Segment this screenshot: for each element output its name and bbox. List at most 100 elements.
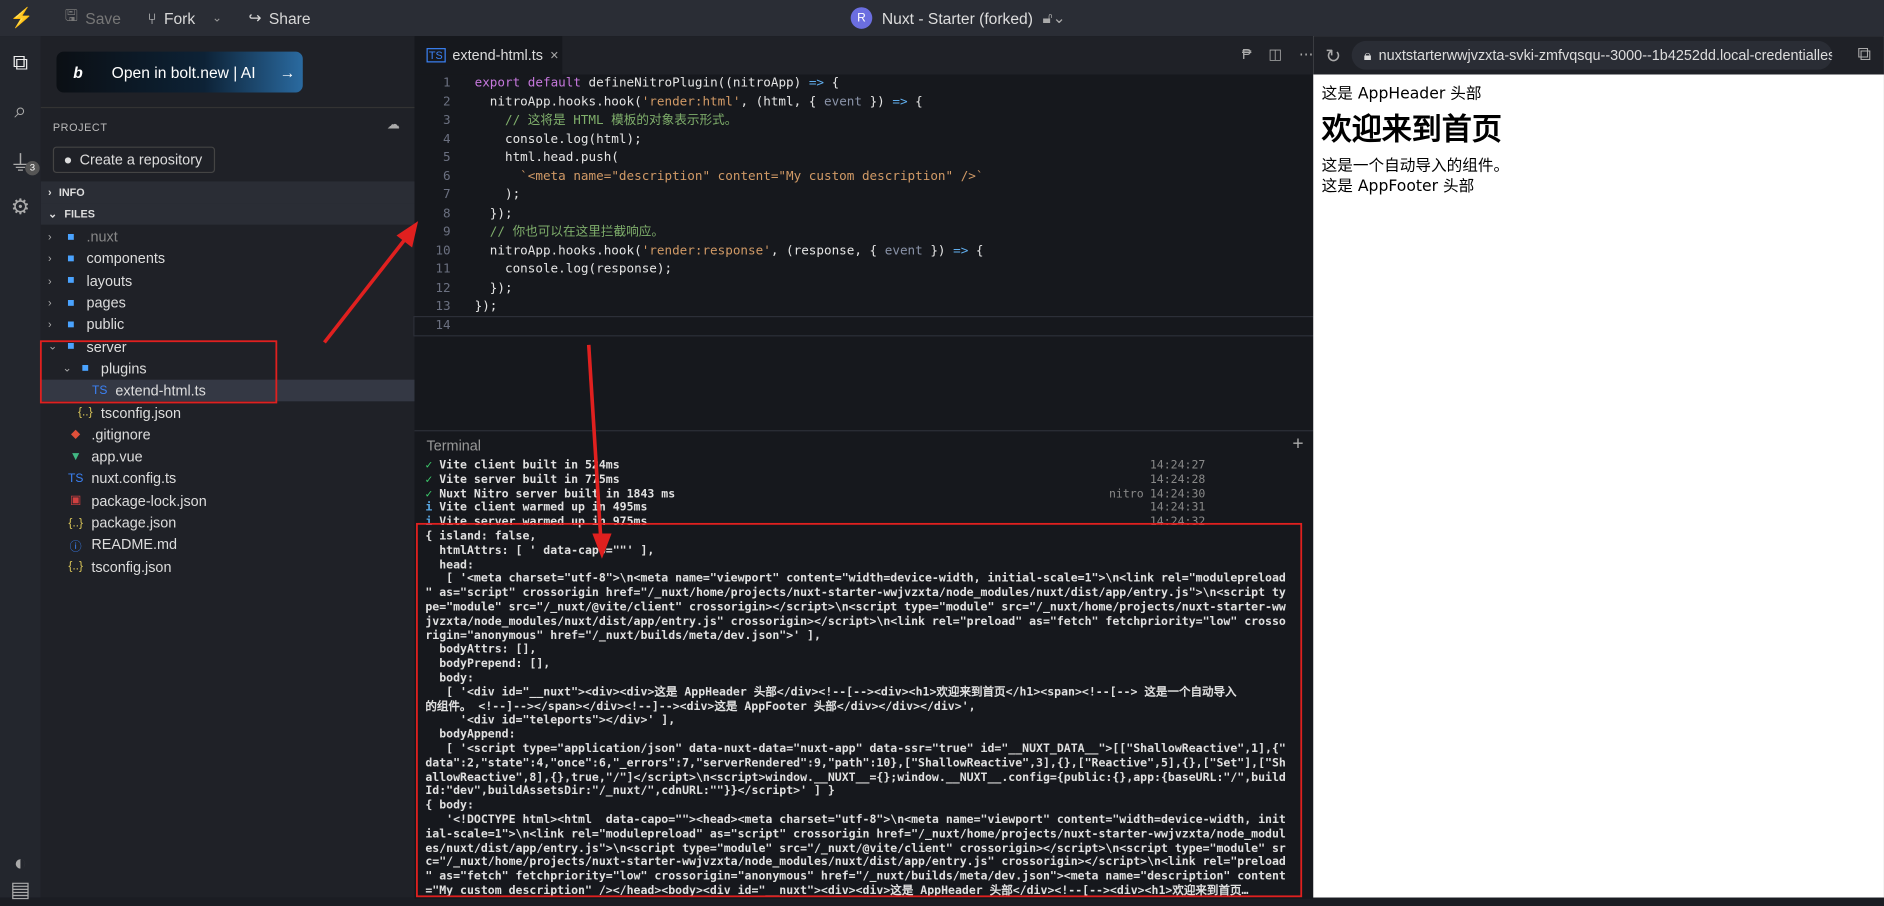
project-title[interactable]: R Nuxt - Starter (forked) 🔓︎⌄ — [850, 7, 1066, 29]
file-tree-item[interactable]: TS extend-html.ts — [40, 379, 415, 402]
code-line[interactable]: 11 console.log(response); — [415, 261, 1314, 280]
line-number: 14 — [435, 317, 451, 333]
code-line[interactable]: 8 }); — [415, 205, 1314, 224]
share-button[interactable]: ↪ Share — [249, 8, 311, 27]
more-icon[interactable]: ⋯ — [1299, 46, 1313, 63]
file-name: tsconfig.json — [100, 404, 182, 422]
terminal-output-line: " as="fetch" fetchpriority="low" crossor… — [425, 870, 1286, 884]
json-icon: {..} — [68, 560, 84, 574]
code-line[interactable]: 14 — [413, 315, 1315, 337]
file-tree-item[interactable]: › ■ .nuxt — [41, 226, 415, 248]
preview-page: 这是 AppHeader 头部 欢迎来到首页 这是一个自动导入的组件。 这是 A… — [1322, 84, 1509, 197]
terminal[interactable]: Terminal + ✓ Vite client built in 524ms 1… — [414, 430, 1314, 899]
json-icon: {..} — [77, 406, 93, 420]
code-text: export default defineNitroPlugin((nitroA… — [474, 75, 840, 91]
chevron-down-icon[interactable]: ⌄ — [212, 11, 222, 24]
code-line[interactable]: 9 // 你也可以在这里拦截响应。 — [415, 223, 1314, 242]
code-line[interactable]: 7 ); — [415, 186, 1314, 205]
code-text: console.log(html); — [474, 131, 642, 146]
chevron-right-icon: › — [48, 252, 52, 265]
terminal-output-line: bodyPrepend: [], — [425, 657, 551, 671]
files-icon[interactable]: ⧉ — [6, 50, 35, 79]
file-tree-item[interactable]: ▣ package-lock.json — [41, 490, 415, 512]
terminal-output-line: [ '<div id="__nuxt"><div><div>这是 AppHead… — [425, 685, 1237, 699]
code-area[interactable]: 1 export default defineNitroPlugin((nitro… — [413, 74, 1315, 337]
terminal-output-line: ="My custom description" /></head><body>… — [425, 884, 1249, 898]
line-number: 6 — [442, 168, 451, 184]
code-line[interactable]: 1 export default defineNitroPlugin((nitro… — [415, 74, 1314, 93]
search-icon[interactable]: ⌕ — [6, 99, 35, 128]
terminal-title: Terminal — [426, 437, 482, 455]
status-text: Vite client built in 524ms — [439, 458, 620, 473]
code-line[interactable]: 2 nitroApp.hooks.hook('render:html', (ht… — [415, 93, 1314, 112]
line-number: 10 — [435, 243, 451, 258]
code-line[interactable]: 4 console.log(html); — [415, 130, 1314, 149]
status-tag: nitro — [1108, 487, 1144, 501]
open-external-icon[interactable]: ⧉ — [1858, 44, 1872, 66]
reload-icon[interactable]: ↻ — [1325, 44, 1341, 68]
info-section-header[interactable]: › INFO — [40, 181, 415, 204]
preview-pane: ↻ 🔒︎ nuxtstarterwwjvzxta-svki-zmfvqsqu--3… — [1313, 36, 1884, 898]
chevron-right-icon: › — [48, 274, 52, 287]
theme-toggle-icon[interactable]: ◐ — [6, 851, 35, 880]
file-tree-item[interactable]: TS nuxt.config.ts — [41, 468, 415, 490]
line-number: 3 — [442, 112, 451, 128]
arrow-right-icon: → — [279, 63, 296, 82]
open-in-bolt-button[interactable]: b Open in bolt.new | AI → — [56, 51, 303, 93]
split-editor-icon[interactable]: ◫ — [1268, 46, 1282, 63]
line-number: 5 — [442, 150, 451, 165]
files-section-header[interactable]: ⌄ FILES — [40, 203, 415, 225]
file-name: README.md — [91, 536, 178, 554]
terminal-output-line: head: — [425, 558, 474, 572]
file-name: tsconfig.json — [91, 558, 172, 576]
terminal-output-line: [ '<script type="application/json" data-… — [425, 742, 1286, 756]
code-line[interactable]: 13}); — [415, 298, 1314, 317]
file-tree-item[interactable]: › ■ pages — [41, 292, 415, 314]
file-tree-item[interactable]: › ■ components — [41, 248, 415, 270]
file-tree-item[interactable]: ⌄ ■ plugins — [41, 358, 415, 380]
file-tree-item[interactable]: {..} tsconfig.json — [41, 402, 415, 424]
file-tree-item[interactable]: › ■ layouts — [41, 270, 415, 292]
file-tree-item[interactable]: › ■ public — [41, 314, 415, 336]
file-tree: › ■ .nuxt › ■ components › ■ layouts › ■ pages › ■ pub… — [40, 226, 415, 578]
share-icon: ↪ — [248, 8, 262, 27]
code-line[interactable]: 3 // 这将是 HTML 模板的对象表示形式。 — [415, 112, 1314, 131]
tab-extend-html[interactable]: TS extend-html.ts × — [414, 36, 563, 75]
lock-icon: ▣ — [70, 494, 82, 508]
activity-bar: ⧉ ⌕ ⏚ 3 ⚙ ◐ ▤ — [0, 36, 41, 901]
chevron-right-icon: › — [48, 296, 52, 309]
fork-button[interactable]: ⑂ Fork ⌄ — [147, 9, 222, 27]
top-bar: ⚡ 🖫 Save ⑂ Fork ⌄ ↪ Share R Nuxt - Starter (… — [0, 0, 1884, 37]
file-tree-item[interactable]: ⌄ ■ server — [41, 336, 415, 358]
folder-icon: ■ — [67, 252, 75, 266]
panel-icon[interactable]: ▤ — [6, 877, 35, 906]
file-tree-item[interactable]: ⓘ README.md — [41, 534, 415, 556]
file-name: package.json — [91, 514, 177, 532]
gear-icon[interactable]: ⚙ — [6, 195, 35, 224]
create-repository-button[interactable]: ● Create a repository — [52, 146, 216, 174]
code-line[interactable]: 5 html.head.push( — [415, 149, 1314, 168]
url-field[interactable]: 🔒︎ nuxtstarterwwjvzxta-svki-zmfvqsqu--300… — [1351, 40, 1833, 70]
timestamp: 14:24:31 — [1149, 501, 1206, 515]
status-text: Vite server built in 775ms — [439, 473, 620, 487]
cloud-download-icon[interactable]: ☁ — [387, 117, 400, 132]
file-tree-item[interactable]: ▼ app.vue — [41, 446, 415, 468]
bolt-logo-icon[interactable]: ⚡ — [10, 6, 34, 30]
terminal-output-line: c="/_nuxt/home/projects/nuxt-starter-wwj… — [425, 855, 1286, 870]
save-button[interactable]: 🖫 Save — [65, 5, 121, 31]
markdown-preview-icon[interactable]: ₱ — [1242, 46, 1252, 63]
code-text: }); — [474, 299, 498, 314]
plug-icon[interactable]: ⏚ 3 — [6, 147, 40, 176]
code-line[interactable]: 12 }); — [415, 279, 1314, 298]
file-tree-item[interactable]: ◆ .gitignore — [41, 424, 415, 446]
close-icon[interactable]: × — [550, 47, 558, 64]
add-terminal-icon[interactable]: + — [1292, 434, 1303, 456]
extensions-badge: 3 — [25, 161, 40, 176]
file-tree-item[interactable]: {..} package.json — [41, 512, 415, 534]
terminal-output-line: 的组件。 <!--]--></span></div><!--]--><div>这… — [425, 699, 976, 714]
code-line[interactable]: 6 `<meta name="description" content="My … — [415, 168, 1314, 187]
file-tree-item[interactable]: {..} tsconfig.json — [41, 556, 415, 578]
terminal-output-line: '<!DOCTYPE html><html data-capo=""><head… — [425, 813, 1286, 827]
code-line[interactable]: 10 nitroApp.hooks.hook('render:response'… — [415, 242, 1314, 261]
file-name: plugins — [100, 360, 147, 378]
